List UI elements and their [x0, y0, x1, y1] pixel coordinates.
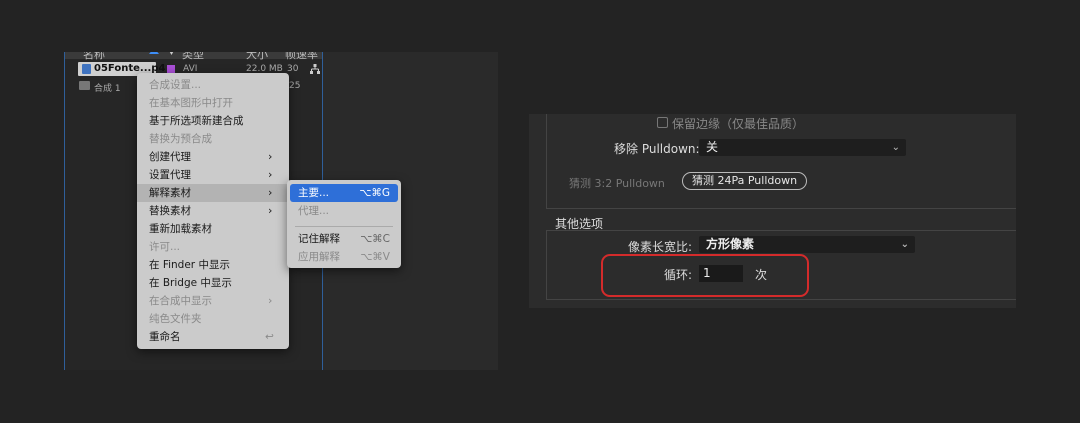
menu-item-open-in-essential-graphics[interactable]: 在基本图形中打开 [137, 94, 289, 112]
shortcut-label: ⌥⌘G [359, 187, 390, 199]
remove-pulldown-dropdown[interactable]: 关 ⌄ [699, 139, 906, 156]
label-tag-icon[interactable] [167, 52, 176, 55]
preserve-edges-checkbox[interactable] [657, 117, 668, 128]
item-fps: 25 [289, 81, 301, 91]
menu-item-set-proxy[interactable]: 设置代理 › [137, 166, 289, 184]
submenu-item-main[interactable]: 主要... ⌥⌘G [290, 184, 398, 202]
chevron-right-icon: › [268, 168, 273, 181]
column-header-fps[interactable]: 帧速率 [285, 52, 318, 62]
composition-icon [79, 81, 90, 90]
menu-item-new-comp-from-selection[interactable]: 基于所选项新建合成 [137, 112, 289, 130]
shortcut-label: ⌥⌘V [360, 251, 390, 263]
chevron-right-icon: › [268, 294, 273, 307]
menu-item-interpret-footage[interactable]: 解释素材 › [137, 184, 289, 202]
return-key-icon: ↩ [265, 331, 274, 343]
label-color-swatch [167, 65, 175, 73]
annotation-highlight-box [601, 254, 809, 297]
network-icon [310, 64, 320, 74]
submenu-item-apply-interpretation[interactable]: 应用解释 ⌥⌘V [290, 248, 398, 266]
chevron-down-icon: ⌄ [891, 142, 900, 153]
chevron-right-icon: › [268, 186, 273, 199]
item-fps: 30 [287, 64, 299, 74]
menu-item-replace-footage[interactable]: 替换素材 › [137, 202, 289, 220]
menu-item-reveal-in-bridge[interactable]: 在 Bridge 中显示 [137, 274, 289, 292]
menu-item-rename[interactable]: 重命名 ↩ [137, 328, 289, 346]
guess-24pa-pulldown-button[interactable]: 猜测 24Pa Pulldown [682, 172, 808, 190]
submenu-item-remember-interpretation[interactable]: 记住解释 ⌥⌘C [290, 230, 398, 248]
chevron-right-icon: › [268, 204, 273, 217]
column-header-name[interactable]: 名称 [83, 52, 105, 62]
menu-item-license[interactable]: 许可... [137, 238, 289, 256]
item-name: 合成 1 [94, 84, 121, 94]
guess-32-pulldown-button[interactable]: 猜测 3:2 Pulldown [569, 175, 665, 191]
column-header-type[interactable]: 类型 [182, 52, 204, 62]
menu-item-composition-settings[interactable]: 合成设置... [137, 76, 289, 94]
menu-item-reveal-in-finder[interactable]: 在 Finder 中显示 [137, 256, 289, 274]
context-menu: 合成设置... 在基本图形中打开 基于所选项新建合成 替换为预合成 创建代理 › … [137, 73, 289, 349]
menu-item-pre-compose[interactable]: 替换为预合成 [137, 130, 289, 148]
preserve-edges-label: 保留边缘（仅最佳品质） [672, 117, 805, 131]
pixel-aspect-label: 像素长宽比: [628, 240, 693, 254]
remove-pulldown-label: 移除 Pulldown: [614, 142, 700, 156]
interpret-footage-submenu: 主要... ⌥⌘G 代理... 记住解释 ⌥⌘C 应用解释 ⌥⌘V [287, 180, 401, 268]
menu-item-solids-folder[interactable]: 纯色文件夹 [137, 310, 289, 328]
dropdown-value: 关 [706, 140, 719, 154]
dropdown-value: 方形像素 [706, 237, 755, 251]
shortcut-label: ⌥⌘C [360, 233, 390, 245]
menu-item-create-proxy[interactable]: 创建代理 › [137, 148, 289, 166]
chevron-down-icon: ⌄ [900, 239, 909, 250]
sort-ascending-icon[interactable] [149, 52, 159, 54]
column-header-bar: 名称 类型 大小 帧速率 [65, 52, 323, 62]
menu-item-reveal-in-composition[interactable]: 在合成中显示 › [137, 292, 289, 310]
chevron-right-icon: › [268, 150, 273, 163]
submenu-item-proxy[interactable]: 代理... [290, 202, 398, 220]
video-file-icon [82, 64, 91, 74]
column-header-size[interactable]: 大小 [246, 52, 268, 62]
menu-item-reload-footage[interactable]: 重新加载素材 [137, 220, 289, 238]
pixel-aspect-dropdown[interactable]: 方形像素 ⌄ [699, 236, 915, 253]
menu-separator [295, 226, 393, 227]
